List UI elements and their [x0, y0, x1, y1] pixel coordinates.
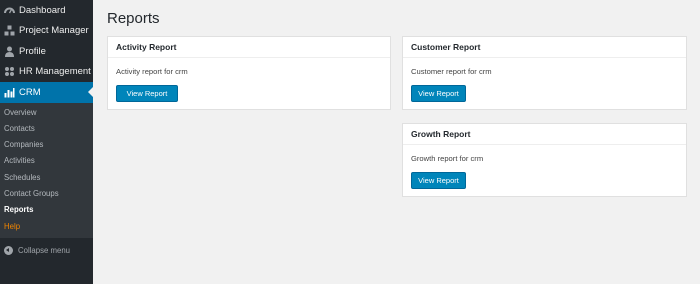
user-icon: [4, 46, 15, 57]
card-description: Customer report for crm: [411, 67, 492, 76]
card-description: Activity report for crm: [116, 67, 188, 76]
sidebar-item-label: HR Management: [19, 66, 91, 78]
sidebar-item-profile[interactable]: Profile: [0, 41, 93, 62]
submenu-item-activities[interactable]: Activities: [0, 153, 93, 169]
sidebar-item-label: Profile: [19, 45, 46, 57]
activity-report-card: Activity Report Activity report for crm …: [107, 36, 391, 110]
admin-sidebar: Dashboard Project Manager Profile HR Man…: [0, 0, 93, 284]
collapse-menu-label: Collapse menu: [18, 245, 71, 255]
submenu-item-reports[interactable]: Reports: [0, 202, 93, 218]
collapse-menu-button[interactable]: Collapse menu: [0, 245, 93, 255]
hr-management-icon: [4, 66, 15, 77]
submenu-item-companies[interactable]: Companies: [0, 137, 93, 153]
card-title: Growth Report: [403, 124, 686, 145]
card-description: Growth report for crm: [411, 154, 484, 163]
crm-submenu: Overview Contacts Companies Activities S…: [0, 102, 93, 238]
view-customer-report-button[interactable]: View Report: [411, 85, 466, 102]
sidebar-item-crm[interactable]: CRM: [0, 82, 93, 103]
submenu-item-schedules[interactable]: Schedules: [0, 170, 93, 186]
growth-report-card: Growth Report Growth report for crm View…: [402, 123, 687, 197]
dashboard-icon: [4, 5, 15, 16]
view-activity-report-button[interactable]: View Report: [116, 85, 178, 102]
submenu-item-contact-groups[interactable]: Contact Groups: [0, 186, 93, 202]
project-manager-icon: [4, 25, 15, 36]
card-title: Activity Report: [108, 37, 390, 58]
submenu-item-overview[interactable]: Overview: [0, 105, 93, 121]
sidebar-item-label: Dashboard: [19, 4, 66, 16]
submenu-item-contacts[interactable]: Contacts: [0, 121, 93, 137]
sidebar-item-project-manager[interactable]: Project Manager: [0, 21, 93, 42]
card-title: Customer Report: [403, 37, 686, 58]
page-title: Reports: [107, 10, 160, 27]
sidebar-item-hr-management[interactable]: HR Management: [0, 62, 93, 83]
crm-chart-icon: [4, 87, 15, 98]
customer-report-card: Customer Report Customer report for crm …: [402, 36, 687, 110]
sidebar-item-label: CRM: [19, 86, 41, 98]
collapse-arrow-icon: [4, 245, 13, 255]
sidebar-item-label: Project Manager: [19, 25, 89, 37]
submenu-item-help[interactable]: Help: [0, 219, 93, 235]
view-growth-report-button[interactable]: View Report: [411, 172, 466, 189]
sidebar-item-dashboard[interactable]: Dashboard: [0, 0, 93, 21]
